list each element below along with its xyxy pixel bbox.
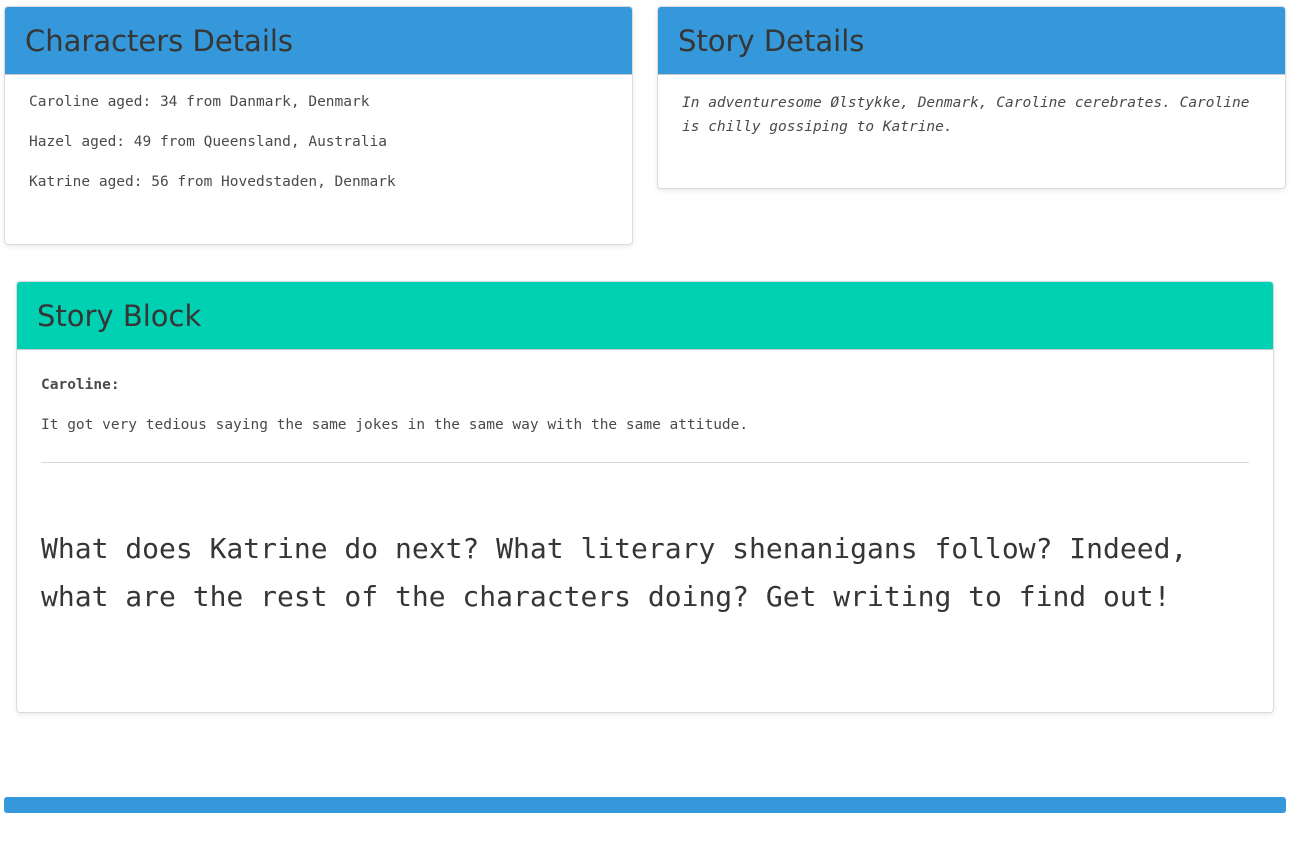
- story-details-panel: Story Details In adventuresome Ølstykke,…: [657, 6, 1286, 189]
- story-details-text: In adventuresome Ølstykke, Denmark, Caro…: [682, 95, 1250, 135]
- writing-prompt: What does Katrine do next? What literary…: [41, 532, 1188, 613]
- character-item: Hazel aged: 49 from Queensland, Australi…: [29, 134, 387, 150]
- characters-details-panel: Characters Details Caroline aged: 34 fro…: [4, 6, 633, 245]
- story-block-title: Story Block: [17, 282, 1273, 350]
- character-item: Katrine aged: 56 from Hovedstaden, Denma…: [29, 174, 396, 190]
- character-item: Caroline aged: 34 from Danmark, Denmark: [29, 94, 370, 110]
- story-details-title: Story Details: [658, 7, 1285, 75]
- characters-details-title: Characters Details: [5, 7, 632, 75]
- story-block-body: Caroline: It got very tedious saying the…: [17, 350, 1273, 621]
- divider: [41, 462, 1249, 463]
- characters-list: Caroline aged: 34 from Danmark, Denmark …: [5, 75, 632, 231]
- footer-bar: [4, 797, 1286, 813]
- speaker-name: Caroline:: [41, 377, 120, 393]
- story-block-panel: Story Block Caroline: It got very tediou…: [16, 281, 1274, 713]
- speech-text: It got very tedious saying the same joke…: [41, 417, 749, 433]
